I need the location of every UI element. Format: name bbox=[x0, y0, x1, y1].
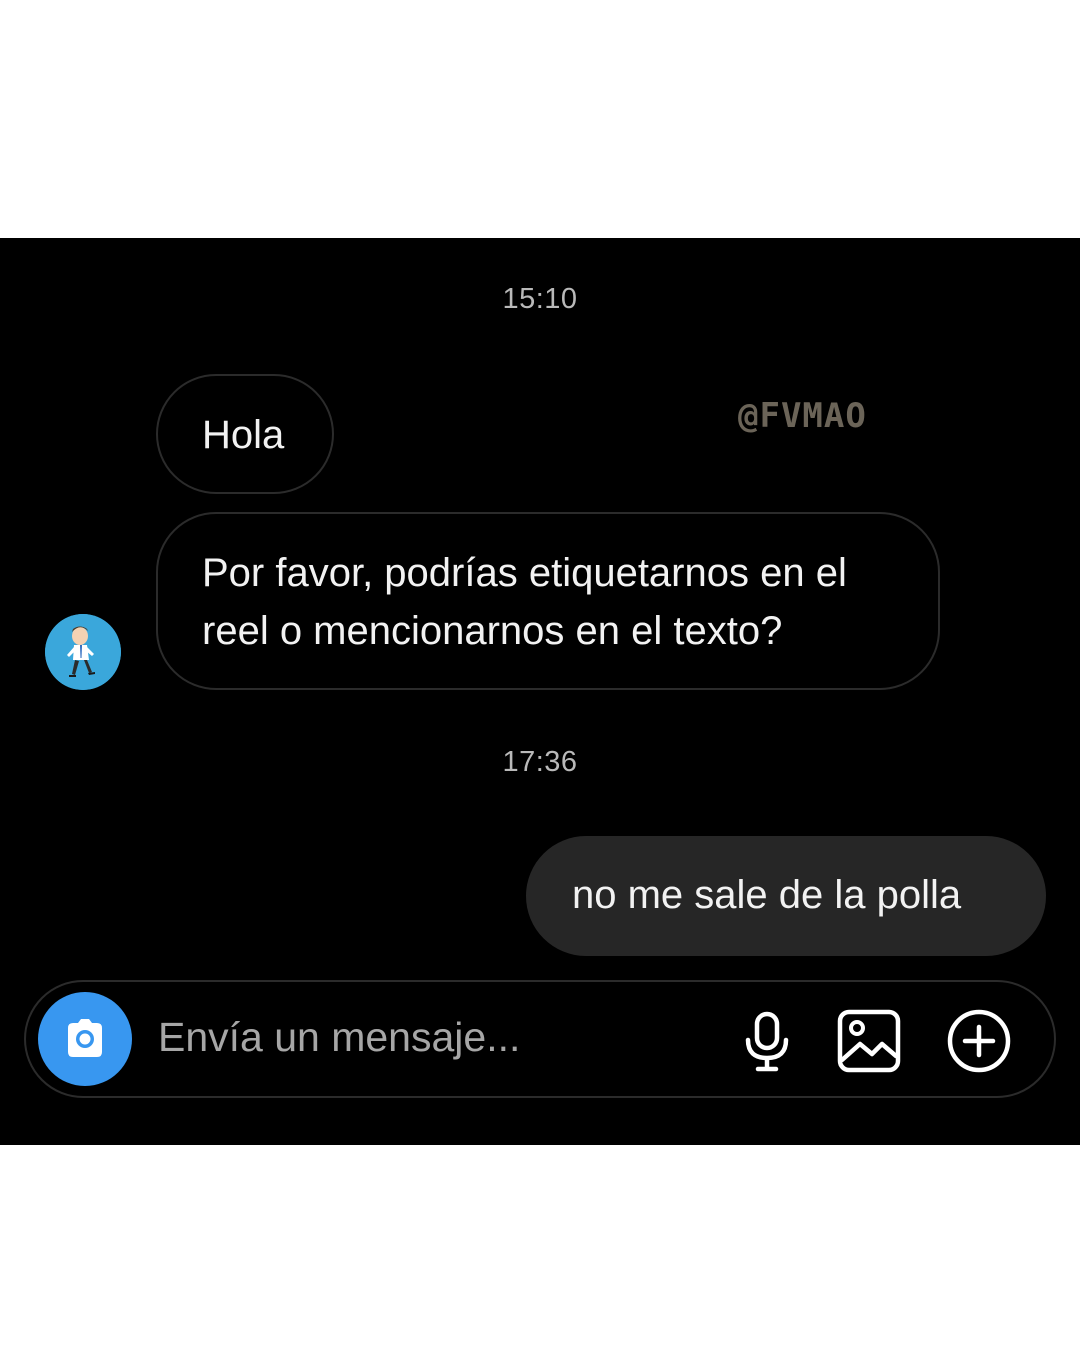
avatar[interactable] bbox=[45, 614, 121, 690]
add-button[interactable] bbox=[944, 1006, 1014, 1076]
message-text: no me sale de la polla bbox=[572, 873, 962, 917]
microphone-button[interactable] bbox=[732, 1006, 802, 1076]
timestamp: 15:10 bbox=[502, 283, 578, 315]
gallery-button[interactable] bbox=[834, 1006, 904, 1076]
avatar-cartoon-icon bbox=[45, 614, 121, 690]
watermark: @FVMAO bbox=[738, 396, 867, 436]
timestamp: 17:36 bbox=[502, 746, 578, 778]
plus-circle-icon bbox=[947, 1009, 1011, 1073]
message-bubble-outgoing[interactable]: no me sale de la polla bbox=[526, 836, 1046, 956]
microphone-icon bbox=[745, 1011, 789, 1072]
message-input-placeholder[interactable]: Envía un mensaje... bbox=[158, 1014, 520, 1061]
chat-screen: 15:10 @FVMAO Hola Por favor, podrías eti… bbox=[0, 238, 1080, 1145]
message-bubble-incoming[interactable]: Hola bbox=[156, 374, 334, 494]
camera-button[interactable] bbox=[38, 992, 132, 1086]
camera-icon bbox=[68, 1019, 102, 1057]
message-bubble-incoming[interactable]: Por favor, podrías etiquetarnos en el re… bbox=[156, 512, 940, 690]
message-composer[interactable]: Envía un mensaje... bbox=[24, 980, 1056, 1098]
message-text: Hola bbox=[202, 413, 285, 457]
message-text: Por favor, podrías etiquetarnos en el re… bbox=[202, 551, 847, 653]
gallery-icon bbox=[837, 1009, 901, 1073]
